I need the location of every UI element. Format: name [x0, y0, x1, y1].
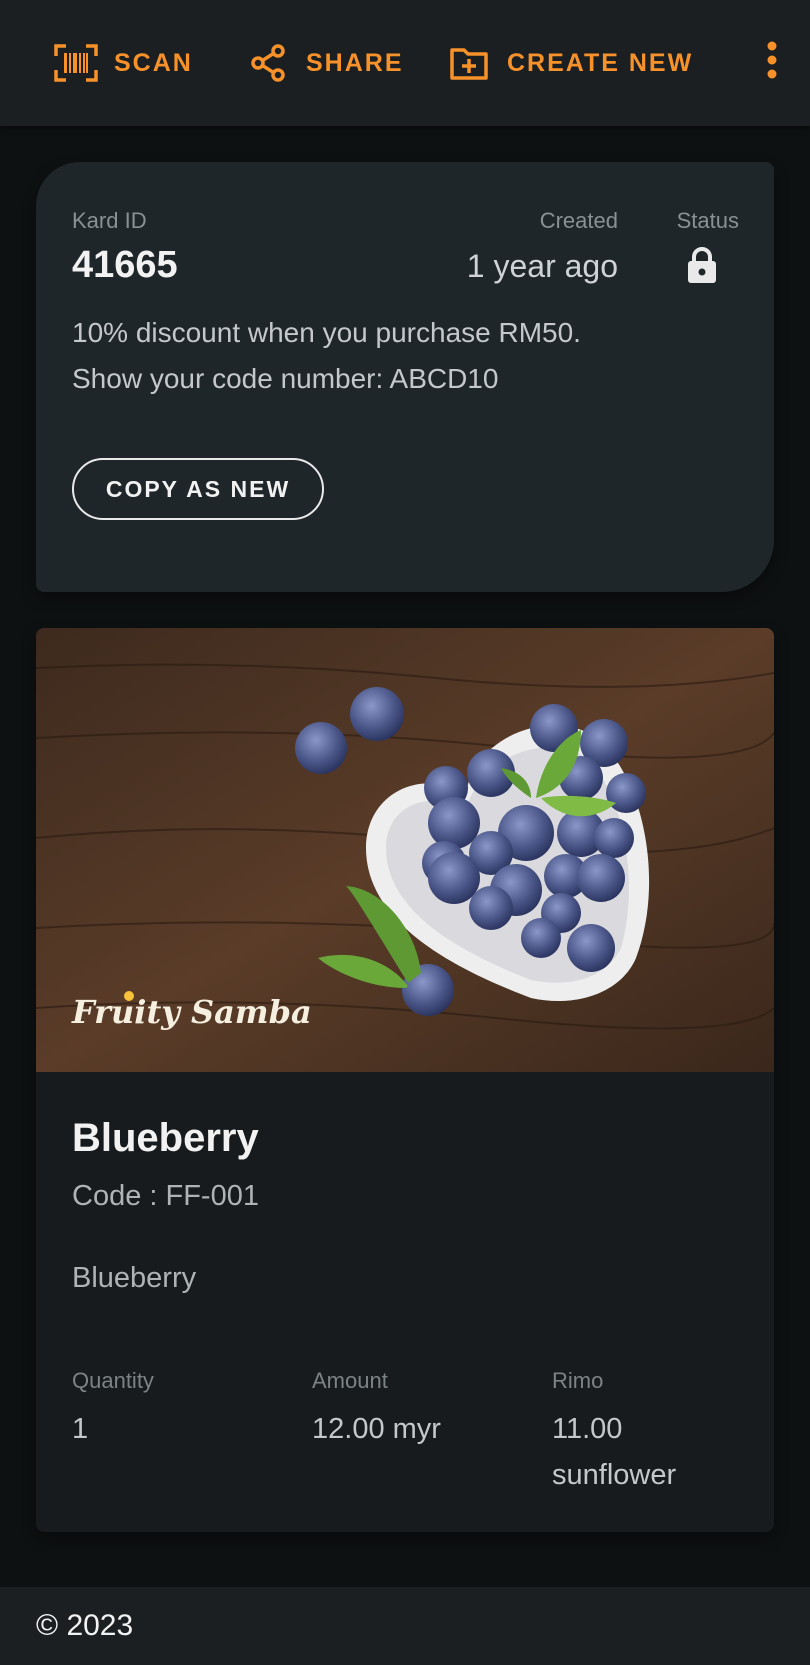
brand-logo-text: Fruity Samba [71, 993, 312, 1031]
product-card: Fruity Samba Blueberry Code : FF-001 Blu… [36, 628, 774, 1532]
created-value: 1 year ago [466, 248, 618, 284]
barcode-scan-icon [54, 41, 98, 85]
add-folder-icon [447, 41, 491, 85]
share-button[interactable]: SHARE [246, 31, 404, 95]
copyright-text: © 2023 [36, 1609, 134, 1642]
description-line-2: Show your code number: ABCD10 [72, 363, 499, 394]
quantity-label: Quantity [72, 1368, 154, 1393]
quantity-value: 1 [72, 1413, 89, 1445]
lock-icon [686, 246, 718, 284]
product-description: Blueberry [72, 1262, 197, 1294]
copy-as-new-button[interactable]: COPY AS NEW [72, 458, 324, 520]
kard-description: 10% discount when you purchase RM50. Sho… [72, 310, 732, 402]
product-code: Code : FF-001 [72, 1180, 259, 1212]
kard-id-value: 41665 [72, 244, 178, 286]
product-title: Blueberry [72, 1116, 259, 1160]
status-label: Status [676, 208, 739, 233]
product-image: Fruity Samba [36, 628, 774, 1072]
more-options-button[interactable] [752, 31, 792, 95]
amount-value: 12.00 myr [312, 1413, 441, 1445]
scan-label: SCAN [114, 48, 193, 77]
more-vertical-icon [766, 41, 778, 86]
share-label: SHARE [306, 48, 404, 77]
share-icon [246, 41, 290, 85]
description-line-1: 10% discount when you purchase RM50. [72, 317, 581, 348]
scan-button[interactable]: SCAN [54, 31, 193, 95]
top-toolbar: SCAN SHARE CREATE NEW [0, 0, 810, 126]
rimo-label: Rimo [552, 1368, 604, 1393]
create-new-label: CREATE NEW [507, 48, 694, 77]
kard-id-label: Kard ID [72, 208, 147, 233]
create-new-button[interactable]: CREATE NEW [447, 31, 693, 95]
kard-info-card: Kard ID 41665 Created 1 year ago Status … [36, 162, 774, 592]
rimo-value: 11.00 sunflower [552, 1413, 677, 1491]
created-label: Created [539, 208, 618, 233]
footer: © 2023 [0, 1587, 810, 1665]
amount-label: Amount [312, 1368, 388, 1393]
